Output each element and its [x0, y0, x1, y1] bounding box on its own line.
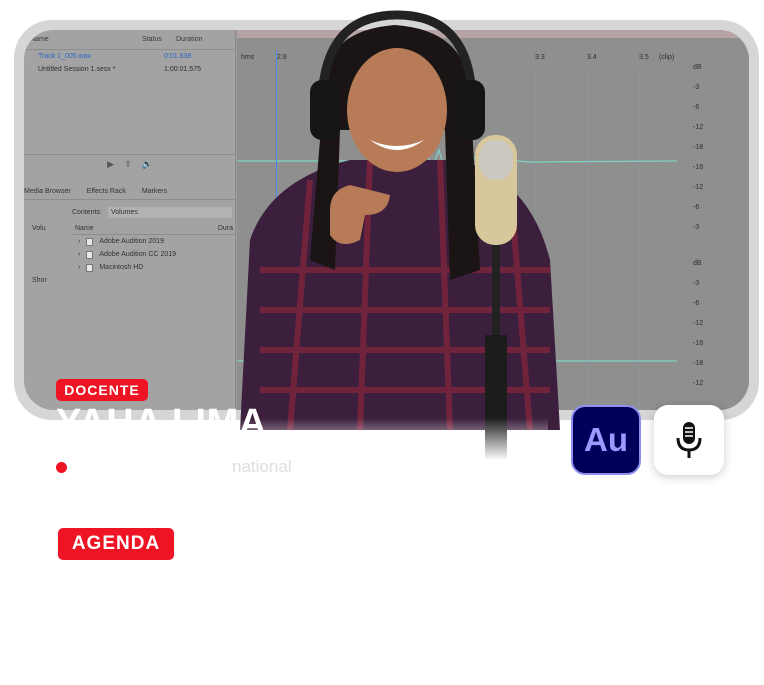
- audition-logo-text: Au: [584, 421, 628, 458]
- panel-tabs: Media Browser Effects Rack Markers: [24, 184, 236, 200]
- microphone-icon: [676, 422, 702, 458]
- contents-select[interactable]: Contents: Volumes: [72, 206, 232, 218]
- microphone-tile: [654, 405, 724, 475]
- chevron-right-icon: ›: [78, 251, 81, 258]
- instructor-subtitle: national: [232, 457, 292, 476]
- volume-tree: Volu Shor: [32, 225, 47, 284]
- presenter-photo: [240, 10, 560, 475]
- file-row[interactable]: Track 1_005.wav 0:01.838: [24, 50, 235, 63]
- list-item[interactable]: › Adobe Audition CC 2019: [72, 248, 236, 261]
- list-item[interactable]: › Macintosh HD: [72, 261, 236, 274]
- transport-bar: ▶ ⇪ 🔈: [24, 154, 236, 174]
- export-icon[interactable]: ⇪: [124, 159, 132, 170]
- chevron-right-icon: ›: [78, 238, 81, 245]
- db-scale-top: dB -3 -6 -12 -18 -18 -12 -6 -3: [693, 64, 704, 231]
- chevron-right-icon: ›: [78, 264, 81, 271]
- tab-media-browser[interactable]: Media Browser: [24, 188, 71, 195]
- files-panel: Name Status Duration Track 1_005.wav 0:0…: [24, 30, 236, 410]
- tab-effects-rack[interactable]: Effects Rack: [87, 188, 126, 195]
- files-header: Name Status Duration: [24, 30, 235, 50]
- col-duration: Duration: [176, 36, 203, 43]
- instructor-name: YAHA LIMA: [56, 402, 267, 444]
- play-icon[interactable]: ▶: [107, 159, 114, 170]
- volume-list: Name Dura › Adobe Audition 2019 › Adobe Au…: [72, 222, 236, 274]
- drive-icon: [86, 250, 94, 259]
- photo-fade: [228, 418, 548, 488]
- docente-badge: DOCENTE: [56, 379, 148, 401]
- db-scale-bottom: dB -3 -6 -12 -18 -18 -12: [693, 260, 704, 387]
- volume-icon[interactable]: 🔈: [142, 159, 153, 170]
- drive-icon: [86, 237, 94, 246]
- file-row[interactable]: Untitled Session 1.sesx * 1:00:01.575: [24, 63, 235, 76]
- col-name: Name: [30, 36, 49, 43]
- drive-icon: [86, 263, 94, 272]
- course-card: Name Status Duration Track 1_005.wav 0:0…: [0, 0, 764, 685]
- list-header: Name Dura: [72, 222, 236, 235]
- list-item[interactable]: › Adobe Audition 2019: [72, 235, 236, 248]
- col-status: Status: [142, 36, 162, 43]
- tab-markers[interactable]: Markers: [142, 188, 167, 195]
- agenda-badge: AGENDA: [58, 528, 174, 560]
- status-dot: [56, 462, 67, 473]
- audition-app-icon: Au: [571, 405, 641, 475]
